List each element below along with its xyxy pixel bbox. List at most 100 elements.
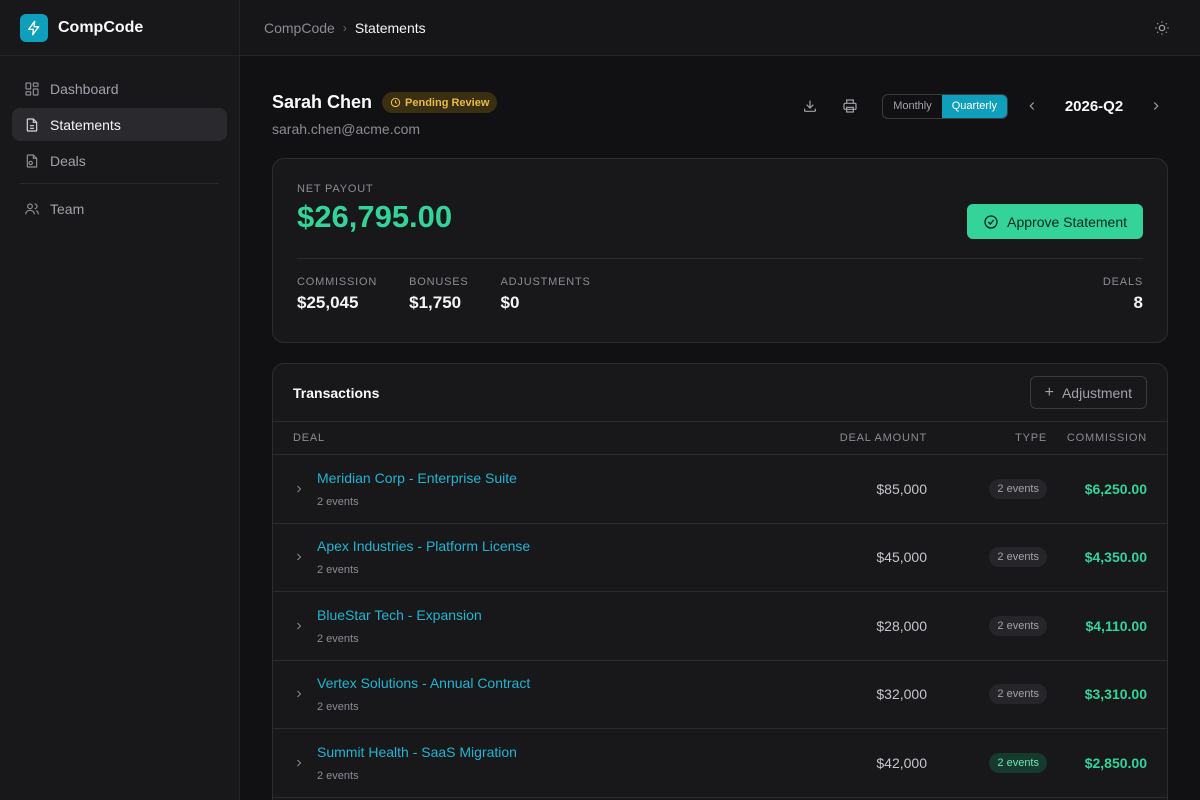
deals-label: DEALS [1102,276,1143,288]
breadcrumb-current: Statements [354,19,426,36]
next-period-button[interactable] [1144,94,1168,118]
deal-link[interactable]: Vertex Solutions - Annual Contract [317,675,530,691]
person-email: sarah.chen@acme.com [272,121,421,137]
topbar: CompCode › Statements [240,0,1200,56]
column-commission[interactable]: COMMISSION [1047,432,1147,444]
deal-amount: $85,000 [876,480,927,497]
sidebar-item-team[interactable]: Team [12,192,227,225]
bonuses-label: BONUSES [409,276,469,288]
previous-period-button[interactable] [1020,94,1044,118]
expand-chevron-icon[interactable] [293,620,317,632]
table-row[interactable]: Meridian Corp - Enterprise Suite 2 event… [273,455,1167,524]
table-header: DEAL DEAL AMOUNT TYPE COMMISSION [273,422,1167,455]
statement-content: Sarah Chen Pending Review sarah.chen@acm… [240,56,1200,800]
commission-amount: $4,350.00 [1084,549,1147,566]
deals-stat: DEALS 8 [1103,276,1143,313]
payout-stats: COMMISSION $25,045 BONUSES $1,750 ADJUST… [297,276,1143,313]
type-badge: 2 events [989,615,1047,636]
sidebar-item-label: Deals [50,152,86,169]
deal-link[interactable]: Meridian Corp - Enterprise Suite [317,470,517,486]
type-badge: 2 events [989,547,1047,568]
deal-amount: $42,000 [876,754,927,771]
app-root: CompCode Dashboard Statements Deals Team [0,0,1200,800]
clock-icon [390,97,401,108]
statement-controls: Monthly Quarterly 2026-Q2 [786,90,1168,122]
deal-events: 2 events [317,564,359,577]
approve-label: Approve Statement [1007,213,1127,230]
deals-value: 8 [1133,293,1143,312]
breadcrumb: CompCode › Statements [264,20,426,36]
printer-icon [843,99,857,113]
chevron-left-icon [1029,102,1035,110]
commission-stat: COMMISSION $25,045 [297,276,377,313]
status-text: Pending Review [405,96,490,109]
deal-link[interactable]: Apex Industries - Platform License [317,538,530,554]
net-payout-amount: $26,795.00 [297,199,453,234]
sidebar-item-dashboard[interactable]: Dashboard [12,72,227,105]
deal-amount: $45,000 [876,549,927,566]
table-row[interactable]: BlueStar Tech - Expansion 2 events $28,0… [273,592,1167,661]
deal-events: 2 events [317,495,359,508]
add-adjustment-label: Adjustment [1061,384,1132,401]
table-row[interactable]: Vertex Solutions - Annual Contract 2 eve… [273,661,1167,729]
adjustments-stat: ADJUSTMENTS $0 [501,276,591,313]
commission-value: $25,045 [297,293,359,312]
status-badge: Pending Review [382,92,498,113]
table-row[interactable]: Summit Health - SaaS Migration 2 events … [273,729,1167,798]
expand-chevron-icon[interactable] [293,757,317,769]
brand-name: CompCode [58,18,144,36]
brand[interactable]: CompCode [0,0,239,56]
period-label: 2026-Q2 [1064,97,1124,115]
bonuses-value: $1,750 [409,293,462,312]
commission-label: COMMISSION [297,276,378,288]
sidebar-item-label: Statements [50,116,121,133]
expand-chevron-icon[interactable] [293,483,317,495]
users-icon [25,202,39,214]
sidebar-item-label: Team [50,200,85,217]
print-button[interactable] [834,90,866,122]
download-button[interactable] [794,90,826,122]
approve-statement-button[interactable]: Approve Statement [967,204,1143,239]
commission-amount: $4,110.00 [1085,617,1147,634]
document-icon [26,117,38,132]
table-row[interactable]: Apex Industries - Platform License 2 eve… [273,524,1167,592]
transactions-card: Transactions + Adjustment DEAL DEAL AMOU… [272,363,1168,800]
sidebar: CompCode Dashboard Statements Deals Team [0,0,240,800]
monthly-toggle[interactable]: Monthly [883,95,942,118]
sidebar-nav: Dashboard Statements Deals Team [0,56,239,244]
theme-toggle-button[interactable] [1148,14,1176,42]
column-type[interactable]: TYPE [927,432,1047,444]
breadcrumb-root[interactable]: CompCode [264,20,335,36]
payout-summary-card: NET PAYOUT $26,795.00 Approve Statement … [272,158,1168,343]
expand-chevron-icon[interactable] [293,551,317,563]
download-icon [804,100,817,112]
bonuses-stat: BONUSES $1,750 [409,276,468,313]
sidebar-item-deals[interactable]: Deals [12,144,227,177]
person-name: Sarah Chen [272,92,373,112]
lightning-icon [20,13,48,42]
deal-events: 2 events [317,769,359,782]
deal-events: 2 events [317,701,359,714]
sidebar-item-statements[interactable]: Statements [12,108,227,141]
period-navigator: 2026-Q2 [1020,94,1168,118]
deal-link[interactable]: BlueStar Tech - Expansion [317,607,482,623]
type-badge: 2 events [989,478,1047,499]
quarterly-toggle[interactable]: Quarterly [941,94,1007,118]
column-deal[interactable]: DEAL [293,432,727,444]
deal-amount: $32,000 [876,686,927,703]
sidebar-divider [20,183,219,184]
statement-header: Sarah Chen Pending Review sarah.chen@acm… [272,90,1168,158]
expand-chevron-icon[interactable] [293,688,317,700]
net-payout-label: NET PAYOUT [297,183,374,195]
deal-link[interactable]: Summit Health - SaaS Migration [317,744,517,760]
check-circle-icon [984,214,998,229]
type-badge: 2 events [989,752,1047,773]
chevron-right-icon: › [342,20,347,35]
period-toggle: Monthly Quarterly [882,93,1008,119]
person-info: Sarah Chen Pending Review sarah.chen@acm… [272,90,498,137]
add-adjustment-button[interactable]: + Adjustment [1029,376,1147,409]
column-deal-amount[interactable]: DEAL AMOUNT [727,432,927,444]
adjustments-value: $0 [500,293,520,312]
deal-events: 2 events [317,632,359,645]
sidebar-item-label: Dashboard [50,80,119,97]
